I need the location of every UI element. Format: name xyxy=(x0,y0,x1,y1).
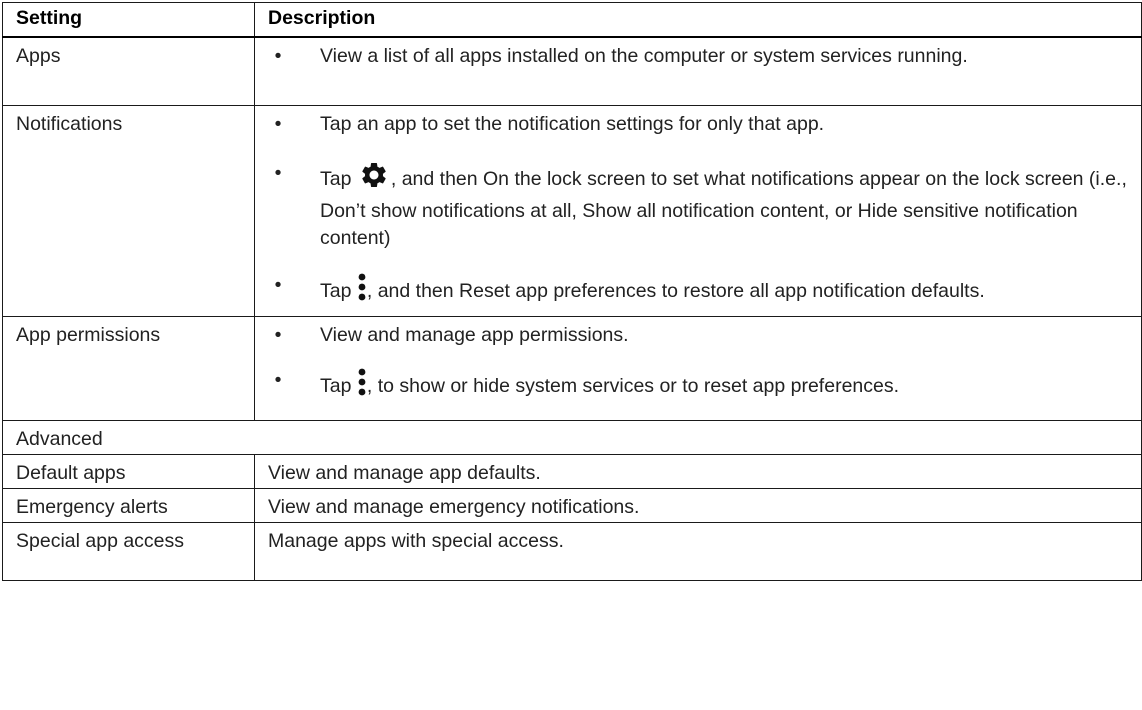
bullet-text-prefix: Tap xyxy=(320,280,357,302)
bullet-text-suffix: , and then Reset app preferences to rest… xyxy=(366,280,985,302)
bullet-text-suffix: , and then On the lock screen to set wha… xyxy=(320,168,1127,249)
list-item: • Tap , to show or hide system services … xyxy=(268,367,1127,405)
more-vert-icon xyxy=(357,272,367,310)
bullet-text: Tap an app to set the notification setti… xyxy=(320,113,825,135)
setting-notifications: Notifications xyxy=(2,105,255,317)
bullet-marker: • xyxy=(274,369,282,391)
table-row-advanced: Advanced xyxy=(2,420,1142,455)
bullet-text: View a list of all apps installed on the… xyxy=(320,44,968,67)
bullet-marker: • xyxy=(274,113,282,135)
gear-icon xyxy=(357,160,391,198)
bullet-text-prefix: Tap xyxy=(320,168,357,190)
setting-emergency-alerts: Emergency alerts xyxy=(2,488,255,523)
bullet-text: View and manage app permissions. xyxy=(320,324,629,346)
table-row-apps: Apps • View a list of all apps installed… xyxy=(2,36,1142,106)
description-emergency-alerts: View and manage emergency notifications. xyxy=(254,488,1142,523)
list-item: • Tap , and then On the lock screen to s… xyxy=(268,160,1127,252)
setting-default-apps: Default apps xyxy=(2,454,255,489)
list-item: • View a list of all apps installed on t… xyxy=(268,43,1127,70)
bullet-text-suffix: , to show or hide system services or to … xyxy=(366,375,900,397)
section-label-advanced: Advanced xyxy=(2,420,1142,455)
header-row: Setting Description xyxy=(2,2,1142,38)
bullet-marker: • xyxy=(274,162,282,184)
description-app-permissions: • View and manage app permissions. • Tap… xyxy=(254,316,1142,421)
table-row-special-app-access: Special app access Manage apps with spec… xyxy=(2,522,1142,581)
bullet-marker: • xyxy=(274,44,282,67)
setting-special-app-access: Special app access xyxy=(2,522,255,581)
bullet-text-prefix: Tap xyxy=(320,375,357,397)
list-item: • View and manage app permissions. xyxy=(268,322,1127,349)
description-notifications: • Tap an app to set the notification set… xyxy=(254,105,1142,317)
bullet-marker: • xyxy=(274,274,282,296)
table-row-emergency-alerts: Emergency alerts View and manage emergen… xyxy=(2,488,1142,523)
description-special-app-access: Manage apps with special access. xyxy=(254,522,1142,581)
description-apps: • View a list of all apps installed on t… xyxy=(254,36,1142,106)
table-row-app-permissions: App permissions • View and manage app pe… xyxy=(2,316,1142,421)
table-row-notifications: Notifications • Tap an app to set the no… xyxy=(2,105,1142,317)
table-row-default-apps: Default apps View and manage app default… xyxy=(2,454,1142,489)
setting-apps: Apps xyxy=(2,36,255,106)
bullet-marker: • xyxy=(274,324,282,346)
description-default-apps: View and manage app defaults. xyxy=(254,454,1142,489)
more-vert-icon xyxy=(357,367,367,405)
settings-table: Setting Description Apps • View a list o… xyxy=(2,2,1142,581)
header-description: Description xyxy=(254,2,1142,38)
header-setting: Setting xyxy=(2,2,255,38)
list-item: • Tap an app to set the notification set… xyxy=(268,111,1127,138)
setting-app-permissions: App permissions xyxy=(2,316,255,421)
list-item: • Tap , and then Reset app preferences t… xyxy=(268,272,1127,310)
